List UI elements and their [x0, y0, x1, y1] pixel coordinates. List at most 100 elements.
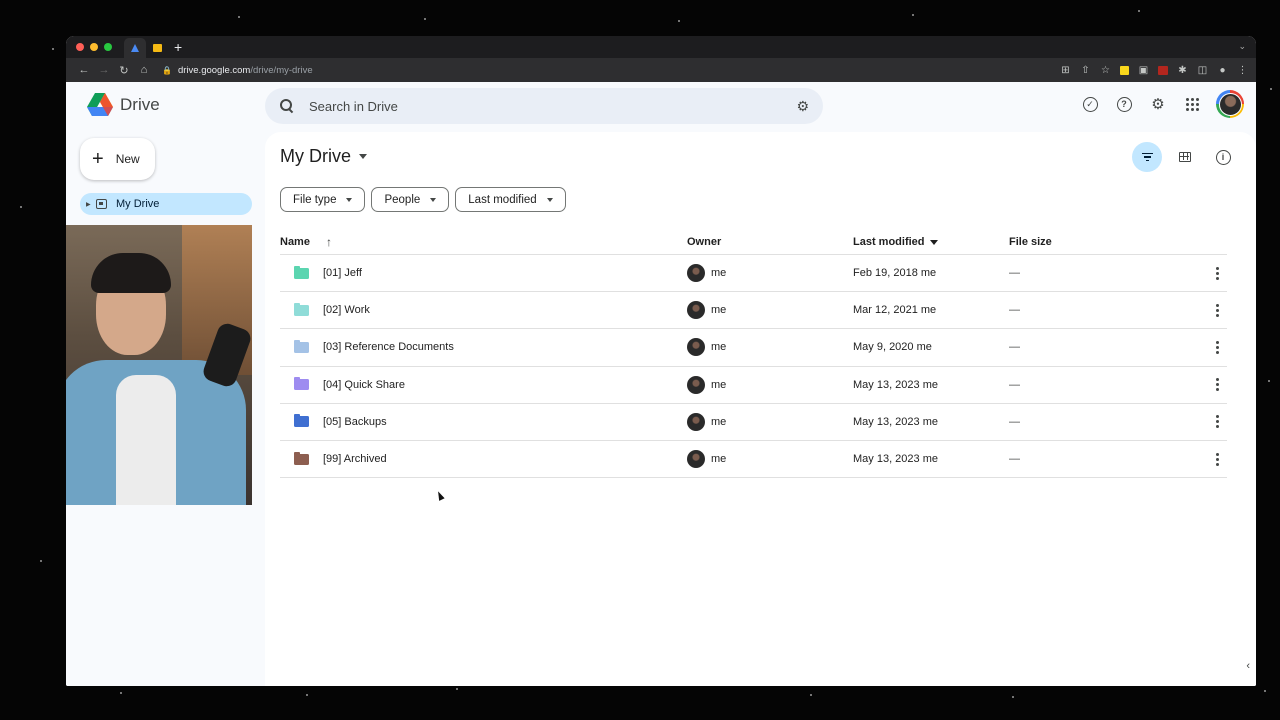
extension-clip-icon[interactable]: ▣ [1138, 65, 1149, 76]
dropdown-arrow-icon [346, 197, 353, 202]
table-row[interactable]: [99] Archived me May 13, 2023 me — [280, 441, 1227, 479]
filter-chips: File type People Last modified [280, 187, 566, 212]
column-last-modified-header[interactable]: Last modified [853, 236, 1009, 248]
dropdown-arrow-icon [430, 197, 437, 202]
folder-icon [294, 451, 309, 465]
sidebar-item-label: My Drive [116, 198, 160, 210]
url-field[interactable]: 🔒 drive.google.com/drive/my-drive [162, 65, 313, 76]
file-size: — [1009, 378, 1020, 391]
star [306, 694, 308, 696]
tab-drive[interactable] [124, 38, 146, 58]
extension-red-icon[interactable] [1158, 65, 1168, 75]
details-button[interactable]: i [1208, 142, 1238, 172]
folder-icon [294, 265, 309, 279]
star [120, 692, 122, 694]
page-title-dropdown[interactable]: My Drive [280, 146, 367, 167]
reload-button[interactable]: ↻ [114, 64, 134, 77]
expand-caret-icon[interactable]: ▶ [86, 201, 94, 208]
table-row[interactable]: [02] Work me Mar 12, 2021 me — [280, 292, 1227, 330]
more-actions-icon[interactable] [1207, 266, 1227, 280]
file-size: — [1009, 267, 1020, 280]
sidebar-item-my-drive[interactable]: ▶ My Drive [80, 193, 252, 215]
star [456, 688, 458, 690]
modified-date: May 13, 2023 me [853, 453, 938, 466]
search-bar[interactable]: Search in Drive ⚙ [265, 88, 823, 124]
modified-date: May 9, 2020 me [853, 341, 932, 354]
new-button[interactable]: + New [80, 138, 155, 180]
modified-date: May 13, 2023 me [853, 415, 938, 428]
tab-search-chevron-icon[interactable]: ⌄ [1238, 41, 1246, 52]
grid-view-button[interactable] [1170, 142, 1200, 172]
owner-name: me [711, 267, 727, 280]
sort-ascending-icon[interactable]: ↑ [326, 235, 332, 249]
table-row[interactable]: [01] Jeff me Feb 19, 2018 me — [280, 255, 1227, 293]
more-actions-icon[interactable] [1207, 303, 1227, 317]
filter-last-modified[interactable]: Last modified [455, 187, 566, 212]
maximize-window-button[interactable] [104, 43, 112, 51]
install-icon[interactable]: ⊞ [1060, 65, 1071, 76]
file-size: — [1009, 415, 1020, 428]
bookmark-star-icon[interactable]: ☆ [1100, 65, 1111, 76]
drive-logo[interactable]: Drive [86, 92, 160, 118]
more-actions-icon[interactable] [1207, 452, 1227, 466]
close-window-button[interactable] [76, 43, 84, 51]
chevron-down-icon [359, 154, 367, 159]
home-button[interactable]: ⌂ [134, 64, 154, 76]
filter-file-type[interactable]: File type [280, 187, 366, 212]
column-owner-header: Owner [687, 236, 722, 248]
back-button[interactable]: ← [74, 64, 94, 76]
side-panel-icon[interactable]: ◫ [1197, 65, 1208, 76]
share-icon[interactable]: ⇧ [1080, 65, 1091, 76]
tab-slides[interactable] [146, 38, 168, 58]
list-view-button[interactable] [1132, 142, 1162, 172]
page-title: My Drive [280, 146, 351, 166]
modified-date: Feb 19, 2018 me [853, 267, 937, 280]
column-name-header[interactable]: Name ↑ [280, 235, 687, 249]
minimize-window-button[interactable] [90, 43, 98, 51]
search-input[interactable]: Search in Drive [309, 99, 398, 114]
drive-logo-icon [87, 93, 113, 116]
modified-date: May 13, 2023 me [853, 378, 938, 391]
new-tab-button[interactable]: + [174, 37, 182, 57]
forward-button[interactable]: → [94, 64, 114, 76]
more-actions-icon[interactable] [1207, 415, 1227, 429]
table-row[interactable]: [04] Quick Share me May 13, 2023 me — [280, 367, 1227, 404]
extensions-puzzle-icon[interactable]: ✱ [1177, 65, 1188, 76]
more-actions-icon[interactable] [1207, 340, 1227, 354]
extension-yellow-icon[interactable] [1120, 65, 1129, 75]
top-actions: ✓ ? ⚙ [1080, 90, 1244, 118]
star [1270, 88, 1272, 90]
settings-gear-icon[interactable]: ⚙ [1148, 94, 1168, 114]
file-name: [03] Reference Documents [323, 341, 454, 354]
owner-avatar [687, 338, 705, 357]
file-size: — [1009, 304, 1020, 317]
search-icon[interactable] [279, 98, 295, 114]
filter-label: People [384, 193, 421, 206]
owner-name: me [711, 453, 727, 466]
webcam-overlay [66, 225, 252, 505]
offline-ready-icon[interactable]: ✓ [1080, 94, 1100, 114]
collapse-side-panel-icon[interactable]: ‹ [1246, 660, 1250, 672]
account-avatar[interactable] [1216, 90, 1244, 118]
browser-menu-icon[interactable]: ⋮ [1237, 65, 1248, 76]
column-last-modified-label: Last modified [853, 236, 925, 248]
file-size: — [1009, 453, 1020, 466]
owner-name: me [711, 304, 727, 317]
star [40, 560, 42, 562]
star [20, 206, 22, 208]
table-row[interactable]: [05] Backups me May 13, 2023 me — [280, 404, 1227, 441]
search-options-icon[interactable]: ⚙ [796, 98, 809, 115]
address-bar: ← → ↻ ⌂ 🔒 drive.google.com/drive/my-driv… [66, 58, 1256, 82]
help-icon[interactable]: ? [1114, 94, 1134, 114]
filter-people[interactable]: People [371, 187, 450, 212]
more-actions-icon[interactable] [1207, 378, 1227, 392]
profile-icon[interactable]: ● [1217, 65, 1228, 76]
owner-avatar [687, 301, 705, 320]
file-name: [05] Backups [323, 415, 387, 428]
google-apps-icon[interactable] [1182, 94, 1202, 114]
star [424, 18, 426, 20]
app-name: Drive [120, 95, 160, 114]
star [678, 20, 680, 22]
table-row[interactable]: [03] Reference Documents me May 9, 2020 … [280, 329, 1227, 367]
slides-favicon-icon [152, 44, 162, 52]
